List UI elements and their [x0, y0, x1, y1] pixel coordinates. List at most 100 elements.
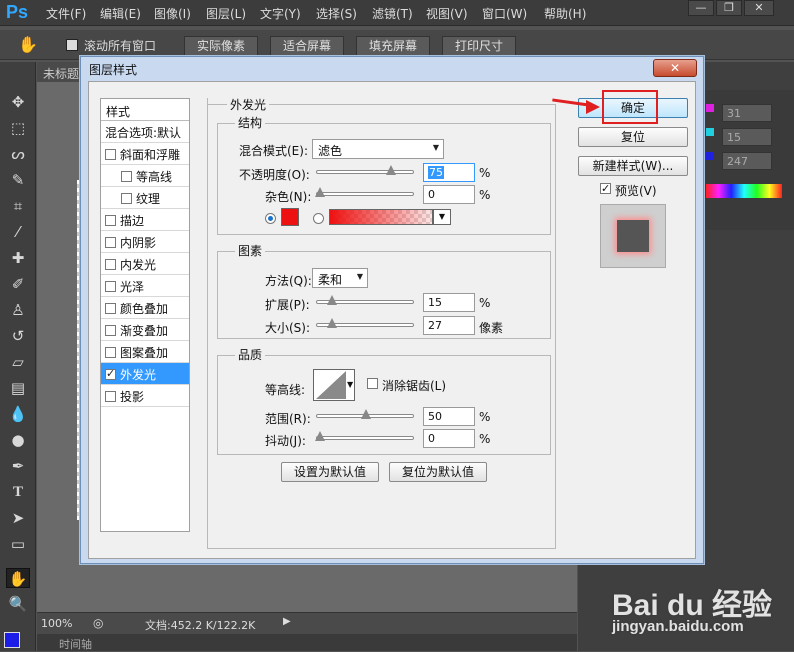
- healing-tool-icon[interactable]: ✚: [6, 248, 30, 268]
- menu-file[interactable]: 文件(F): [46, 5, 86, 22]
- menu-type[interactable]: 文字(Y): [260, 5, 301, 22]
- minimize-button[interactable]: —: [688, 0, 714, 16]
- move-tool-icon[interactable]: ✥: [6, 92, 30, 112]
- shape-tool-icon[interactable]: ▭: [6, 534, 30, 554]
- noise-slider[interactable]: [315, 187, 414, 197]
- gradient-dropdown-icon[interactable]: ▼: [433, 209, 451, 225]
- menu-filter[interactable]: 滤镜(T): [372, 5, 413, 22]
- style-checkbox[interactable]: [121, 171, 132, 182]
- blur-tool-icon[interactable]: 💧: [6, 404, 30, 424]
- gradient-tool-icon[interactable]: ▤: [6, 378, 30, 398]
- style-item[interactable]: 内发光: [101, 253, 189, 275]
- reset-button[interactable]: 复位: [578, 127, 688, 147]
- status-menu-arrow-icon[interactable]: ▶: [283, 616, 291, 627]
- status-info-icon[interactable]: ◎: [93, 616, 103, 630]
- technique-select[interactable]: 柔和: [312, 268, 368, 288]
- menu-layer[interactable]: 图层(L): [206, 5, 246, 22]
- print-size-button[interactable]: 打印尺寸: [442, 36, 516, 56]
- reset-default-button[interactable]: 复位为默认值: [389, 462, 487, 482]
- dialog-close-button[interactable]: ✕: [653, 59, 697, 77]
- spread-slider-thumb[interactable]: [327, 295, 337, 305]
- range-slider[interactable]: [316, 409, 414, 419]
- opacity-slider[interactable]: [316, 165, 414, 175]
- zoom-level[interactable]: 100%: [41, 617, 72, 630]
- style-checkbox[interactable]: [121, 193, 132, 204]
- new-style-button[interactable]: 新建样式(W)...: [578, 156, 688, 176]
- preview-checkbox[interactable]: ✓: [600, 183, 611, 194]
- eyedropper-tool-icon[interactable]: ⁄: [6, 222, 30, 242]
- size-input[interactable]: 27: [423, 316, 475, 335]
- range-input[interactable]: 50: [423, 407, 475, 426]
- style-item[interactable]: 描边: [101, 209, 189, 231]
- lasso-tool-icon[interactable]: ᔕ: [6, 144, 30, 164]
- eraser-tool-icon[interactable]: ▱: [6, 352, 30, 372]
- antialias-checkbox[interactable]: [367, 378, 378, 389]
- jitter-slider-thumb[interactable]: [315, 431, 325, 441]
- style-checkbox[interactable]: [105, 215, 116, 226]
- style-item[interactable]: 渐变叠加: [101, 319, 189, 341]
- glow-color-swatch[interactable]: [281, 208, 299, 226]
- style-item[interactable]: 光泽: [101, 275, 189, 297]
- close-app-button[interactable]: ✕: [744, 0, 774, 16]
- channel-value-3[interactable]: 247: [722, 152, 772, 170]
- styles-header[interactable]: 样式: [101, 99, 189, 121]
- zoom-tool-icon[interactable]: 🔍: [6, 594, 30, 614]
- fill-screen-button[interactable]: 填充屏幕: [356, 36, 430, 56]
- brush-tool-icon[interactable]: ✐: [6, 274, 30, 294]
- pen-tool-icon[interactable]: ✒: [6, 456, 30, 476]
- style-item[interactable]: 纹理: [101, 187, 189, 209]
- path-select-tool-icon[interactable]: ➤: [6, 508, 30, 528]
- gradient-radio[interactable]: [313, 213, 324, 224]
- style-checkbox[interactable]: [105, 281, 116, 292]
- contour-dropdown-icon[interactable]: ▼: [347, 380, 353, 389]
- noise-input[interactable]: 0: [423, 185, 475, 204]
- history-brush-tool-icon[interactable]: ↺: [6, 326, 30, 346]
- style-item[interactable]: 外发光: [101, 363, 189, 385]
- style-checkbox[interactable]: [105, 391, 116, 402]
- menu-help[interactable]: 帮助(H): [544, 5, 586, 22]
- range-slider-thumb[interactable]: [361, 409, 371, 419]
- actual-pixels-button[interactable]: 实际像素: [184, 36, 258, 56]
- channel-value-1[interactable]: 31: [722, 104, 772, 122]
- scroll-all-checkbox[interactable]: [66, 39, 78, 51]
- size-slider-thumb[interactable]: [327, 318, 337, 328]
- style-checkbox[interactable]: [105, 303, 116, 314]
- style-checkbox[interactable]: [105, 367, 116, 380]
- style-checkbox[interactable]: [105, 259, 116, 270]
- style-checkbox[interactable]: [105, 325, 116, 336]
- menu-window[interactable]: 窗口(W): [482, 5, 527, 22]
- style-checkbox[interactable]: [105, 149, 116, 160]
- type-tool-icon[interactable]: T: [6, 482, 30, 502]
- stamp-tool-icon[interactable]: ♙: [6, 300, 30, 320]
- opacity-input[interactable]: 75: [423, 163, 475, 182]
- solid-color-radio[interactable]: [265, 213, 276, 224]
- foreground-color-swatch[interactable]: [4, 632, 20, 648]
- jitter-slider[interactable]: [315, 431, 414, 441]
- marquee-tool-icon[interactable]: ⬚: [6, 118, 30, 138]
- menu-view[interactable]: 视图(V): [426, 5, 468, 22]
- style-item[interactable]: 颜色叠加: [101, 297, 189, 319]
- channel-value-2[interactable]: 15: [722, 128, 772, 146]
- gradient-swatch[interactable]: [329, 209, 433, 225]
- style-item[interactable]: 斜面和浮雕: [101, 143, 189, 165]
- style-checkbox[interactable]: [105, 237, 116, 248]
- spread-slider[interactable]: [316, 295, 414, 305]
- restore-button[interactable]: ❐: [716, 0, 742, 16]
- quick-select-tool-icon[interactable]: ✎: [6, 170, 30, 190]
- opacity-slider-thumb[interactable]: [386, 165, 396, 175]
- menu-select[interactable]: 选择(S): [316, 5, 357, 22]
- blend-mode-select[interactable]: 滤色: [312, 139, 444, 159]
- style-item[interactable]: 等高线: [101, 165, 189, 187]
- blending-options-item[interactable]: 混合选项:默认: [101, 121, 189, 143]
- spread-input[interactable]: 15: [423, 293, 475, 312]
- contour-picker[interactable]: ▼: [313, 369, 355, 401]
- fit-screen-button[interactable]: 适合屏幕: [270, 36, 344, 56]
- noise-slider-thumb[interactable]: [315, 187, 325, 197]
- style-checkbox[interactable]: [105, 347, 116, 358]
- dodge-tool-icon[interactable]: ●: [6, 430, 30, 450]
- timeline-label[interactable]: 时间轴: [59, 636, 92, 652]
- make-default-button[interactable]: 设置为默认值: [281, 462, 379, 482]
- color-ramp[interactable]: [706, 184, 782, 198]
- crop-tool-icon[interactable]: ⌗: [6, 196, 30, 216]
- style-item[interactable]: 投影: [101, 385, 189, 407]
